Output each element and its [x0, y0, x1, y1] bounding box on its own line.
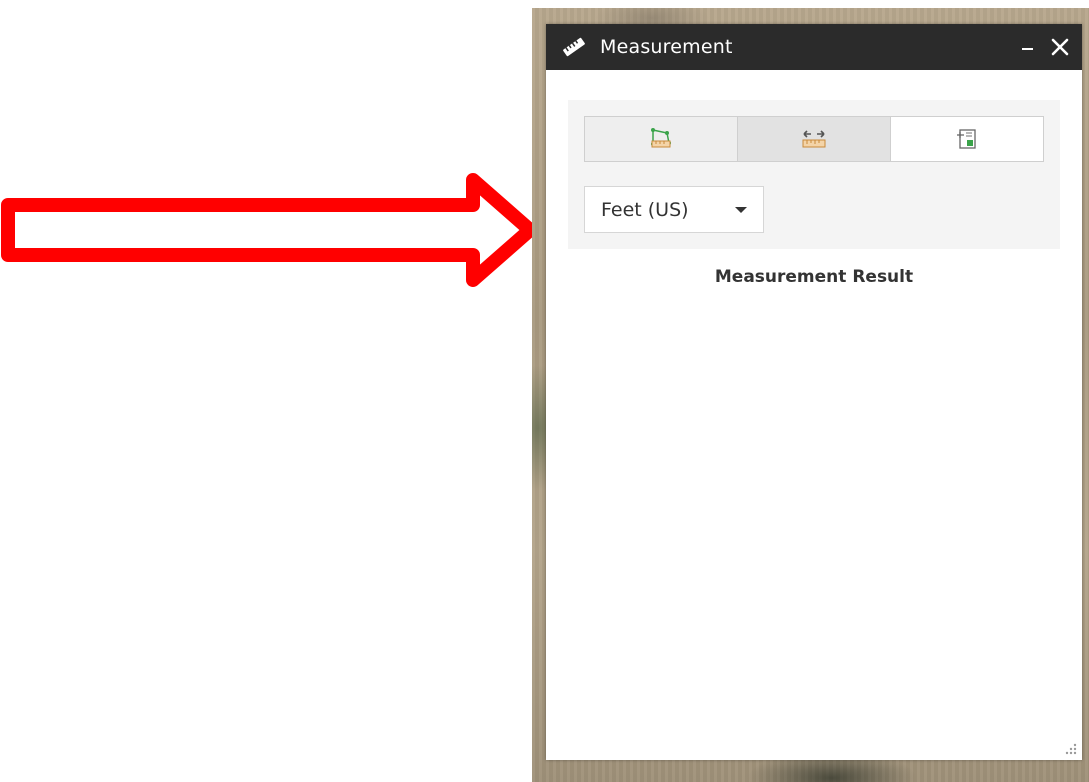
unit-dropdown[interactable]: Feet (US)	[584, 186, 764, 233]
distance-tool-button[interactable]	[737, 117, 890, 161]
close-button[interactable]	[1048, 35, 1072, 59]
measure-tool-tabs	[584, 116, 1044, 162]
panel-titlebar[interactable]: Measurement	[546, 24, 1082, 70]
close-icon	[1051, 38, 1069, 56]
panel-content: Feet (US) Measurement Result	[546, 70, 1082, 287]
measure-tool-area: Feet (US)	[568, 100, 1060, 249]
ruler-icon	[562, 35, 586, 59]
location-tool-button[interactable]	[890, 117, 1043, 161]
panel-title: Measurement	[600, 36, 733, 58]
annotation-arrow	[1, 173, 537, 287]
area-measure-icon	[651, 128, 671, 148]
resize-grip-icon[interactable]	[1064, 742, 1078, 756]
unit-selected-value: Feet (US)	[601, 198, 689, 221]
minimize-button[interactable]	[1020, 35, 1034, 59]
measurement-panel: Measurement Feet (US) Measurement Result	[546, 24, 1082, 760]
chevron-down-icon	[735, 207, 747, 213]
minimize-icon	[1021, 48, 1033, 50]
measurement-result-label: Measurement Result	[714, 267, 914, 287]
location-measure-icon	[957, 129, 976, 149]
area-tool-button[interactable]	[585, 117, 737, 161]
distance-measure-icon	[802, 130, 826, 148]
